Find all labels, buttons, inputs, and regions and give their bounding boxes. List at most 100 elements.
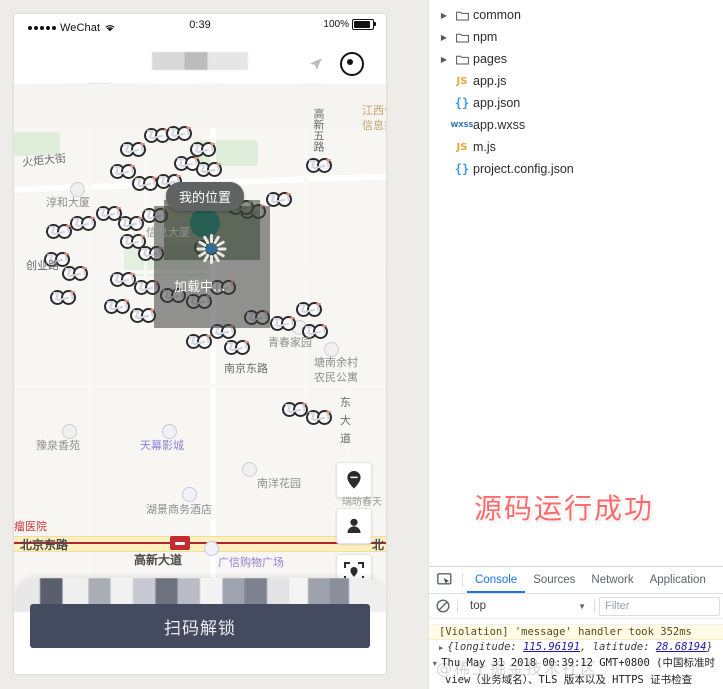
bike-marker[interactable]: [46, 224, 72, 239]
battery-percent-label: 100%: [323, 19, 349, 30]
my-location-tag: 我的位置: [166, 182, 245, 211]
chevron-right-icon[interactable]: ▶: [437, 55, 451, 64]
bike-marker[interactable]: [110, 272, 136, 287]
road-marker-badge: [170, 536, 190, 550]
map-label: 北京东路: [20, 538, 69, 552]
inspect-element-icon[interactable]: [433, 570, 455, 590]
map-label: 道: [340, 432, 351, 445]
bike-marker[interactable]: [270, 316, 296, 331]
map-label: 江西省: [362, 104, 386, 117]
js-file-icon: JS: [456, 141, 468, 153]
console-object-row[interactable]: ▶ {longitude: 115.96191, latitude: 28.681…: [429, 640, 723, 654]
console-group-row[interactable]: ▶ Thu May 31 2018 00:39:12 GMT+0800 (中国标准…: [429, 654, 723, 671]
file-tree-row-app-json[interactable]: {} app.json: [429, 92, 723, 114]
folder-icon: [451, 10, 473, 21]
file-tree-label: app.js: [473, 74, 507, 88]
chevron-down-icon[interactable]: ▼: [578, 602, 590, 611]
bike-marker[interactable]: [190, 142, 216, 157]
bike-marker[interactable]: [62, 266, 88, 281]
file-tree-row-app-js[interactable]: JS app.js: [429, 70, 723, 92]
clear-console-icon[interactable]: [433, 599, 453, 613]
bottom-sheet: 扫码解锁: [14, 578, 386, 674]
console-panel: Console Sources Network Application top …: [429, 566, 723, 689]
bike-marker[interactable]: [104, 299, 130, 314]
bike-marker[interactable]: [166, 126, 192, 141]
bike-marker[interactable]: [118, 216, 144, 231]
tab-application[interactable]: Application: [642, 567, 714, 593]
status-bar-right: 100%: [323, 19, 376, 30]
file-tree-row-pages[interactable]: ▶ pages: [429, 48, 723, 70]
file-tree-row-project-config[interactable]: {} project.config.json: [429, 158, 723, 180]
bike-marker[interactable]: [196, 162, 222, 177]
bike-marker[interactable]: [296, 302, 322, 317]
file-tree-row-m-js[interactable]: JS m.js: [429, 136, 723, 158]
console-plain-text: Thu May 31 2018 00:39:12 GMT+0800 (中国标准时: [441, 657, 715, 669]
scan-unlock-label: 扫码解锁: [164, 618, 236, 639]
target-icon[interactable]: [340, 52, 364, 76]
json-file-icon: {}: [454, 96, 470, 110]
bike-marker[interactable]: [70, 216, 96, 231]
map-label: 大: [340, 414, 351, 427]
json-file-icon: {}: [454, 162, 470, 176]
map-label: 瘤医院: [14, 520, 47, 533]
chevron-right-icon[interactable]: ▶: [439, 644, 443, 652]
success-annotation: 源码运行成功: [474, 492, 655, 525]
battery-full-icon: [352, 19, 376, 30]
console-context-value: top: [470, 600, 486, 612]
location-arrow-icon[interactable]: [308, 56, 324, 77]
scan-unlock-button[interactable]: 扫码解锁: [30, 604, 370, 648]
bike-marker[interactable]: [306, 158, 332, 173]
console-messages: [Violation] 'message' handler took 352ms…: [429, 619, 723, 688]
file-tree-row-npm[interactable]: ▶ npm: [429, 26, 723, 48]
app-root: WeChat 0:39 100% 加载中... 我的位置 火炬大街 淳和大厦 创…: [0, 0, 723, 689]
tab-sources[interactable]: Sources: [525, 567, 583, 593]
file-tree-label: pages: [473, 52, 508, 66]
console-warning-text: [Violation] 'message' handler took 352ms: [439, 626, 692, 638]
bike-marker[interactable]: [132, 176, 158, 191]
map-view[interactable]: 加载中... 我的位置 火炬大街 淳和大厦 创业路 信息大厦 高新五路 江西省 …: [14, 84, 386, 674]
chevron-right-icon[interactable]: ▶: [437, 11, 451, 20]
fab-sublabel: 瑞昉春天: [342, 497, 382, 508]
bike-marker[interactable]: [130, 308, 156, 323]
file-tree: ▶ common ▶ npm ▶ pages JS app.js {} app.…: [429, 0, 723, 180]
devtools-pane: ▶ common ▶ npm ▶ pages JS app.js {} app.…: [428, 0, 723, 689]
toolbar-divider: [594, 599, 595, 613]
bike-marker[interactable]: [120, 142, 146, 157]
map-label: 创业路: [26, 259, 59, 272]
chevron-right-icon[interactable]: ▶: [437, 33, 451, 42]
map-label: 湖景商务酒店: [146, 503, 212, 516]
toolbar-divider: [457, 599, 458, 613]
file-tree-row-app-wxss[interactable]: WXSS app.wxss: [429, 114, 723, 136]
map-label: 淳和大厦: [46, 196, 90, 209]
bike-marker[interactable]: [266, 192, 292, 207]
loading-text: 加载中...: [174, 280, 226, 295]
tab-console[interactable]: Console: [467, 567, 525, 593]
status-bar: WeChat 0:39 100%: [14, 14, 386, 40]
console-context-select[interactable]: top ▼: [462, 600, 590, 612]
file-tree-label: npm: [473, 30, 498, 44]
profile-button[interactable]: [336, 508, 372, 544]
map-label: 塘南余村: [314, 356, 358, 369]
bike-marker[interactable]: [224, 340, 250, 355]
file-tree-label: app.json: [473, 96, 521, 110]
wxss-file-icon: WXSS: [450, 121, 474, 129]
bike-marker[interactable]: [282, 402, 308, 417]
app-navbar: [14, 40, 386, 85]
map-label: 南京东路: [224, 362, 268, 375]
tab-network[interactable]: Network: [583, 567, 641, 593]
folder-icon: [451, 32, 473, 43]
map-label: 广信购物广场: [218, 556, 284, 569]
console-filter-bar: top ▼ Filter: [429, 594, 723, 619]
bike-marker[interactable]: [186, 334, 212, 349]
folder-icon: [451, 54, 473, 65]
map-label: 农民公寓: [314, 371, 358, 384]
bike-marker[interactable]: [50, 290, 76, 305]
bike-marker[interactable]: [306, 410, 332, 425]
map-label: 青春家园: [268, 336, 312, 349]
console-filter-input[interactable]: Filter: [599, 596, 720, 616]
file-tree-row-common[interactable]: ▶ common: [429, 4, 723, 26]
loading-spinner-icon: [196, 234, 226, 264]
toolbar-divider: [462, 573, 463, 587]
chevron-down-icon[interactable]: ▶: [431, 662, 439, 666]
simulator-pane: WeChat 0:39 100% 加载中... 我的位置 火炬大街 淳和大厦 创…: [0, 0, 428, 689]
